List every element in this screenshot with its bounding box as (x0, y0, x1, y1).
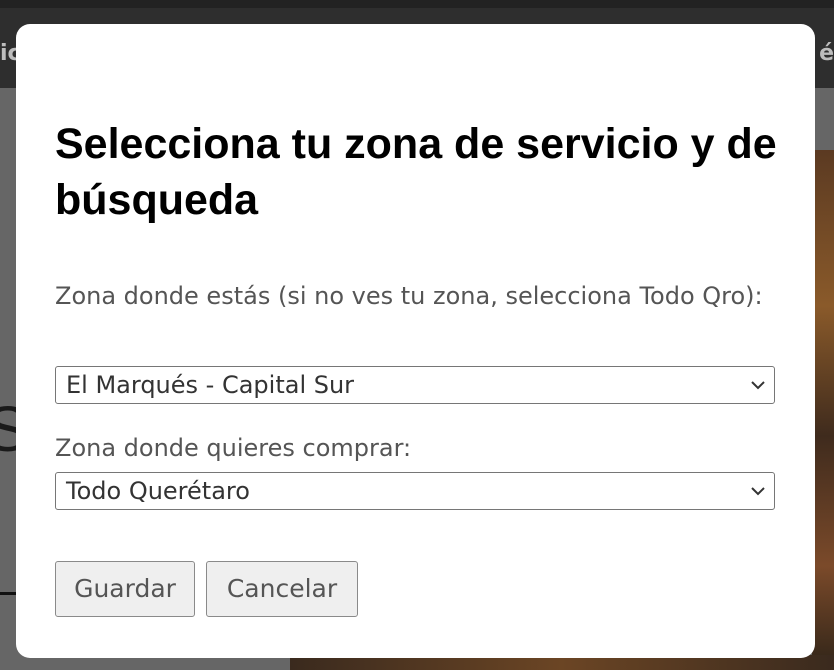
zone-selection-modal: Selecciona tu zona de servicio y de búsq… (16, 24, 815, 658)
background-divider (0, 592, 16, 595)
shopping-zone-select[interactable]: Todo Querétaro (55, 472, 775, 510)
background-nav-right-text: é (819, 41, 834, 66)
cancel-button[interactable]: Cancelar (206, 561, 358, 617)
shopping-zone-selected-value: Todo Querétaro (66, 477, 250, 505)
shopping-zone-label: Zona donde quieres comprar: (55, 434, 412, 462)
current-zone-selected-value: El Marqués - Capital Sur (66, 371, 355, 399)
save-button[interactable]: Guardar (55, 561, 195, 617)
modal-title: Selecciona tu zona de servicio y de búsq… (55, 120, 777, 224)
chevron-down-icon (751, 381, 765, 390)
current-zone-select[interactable]: El Marqués - Capital Sur (55, 366, 775, 404)
chevron-down-icon (751, 487, 765, 496)
background-top-bar (0, 0, 834, 8)
current-zone-label: Zona donde estás (si no ves tu zona, sel… (55, 282, 763, 310)
background-food-image (812, 150, 834, 670)
